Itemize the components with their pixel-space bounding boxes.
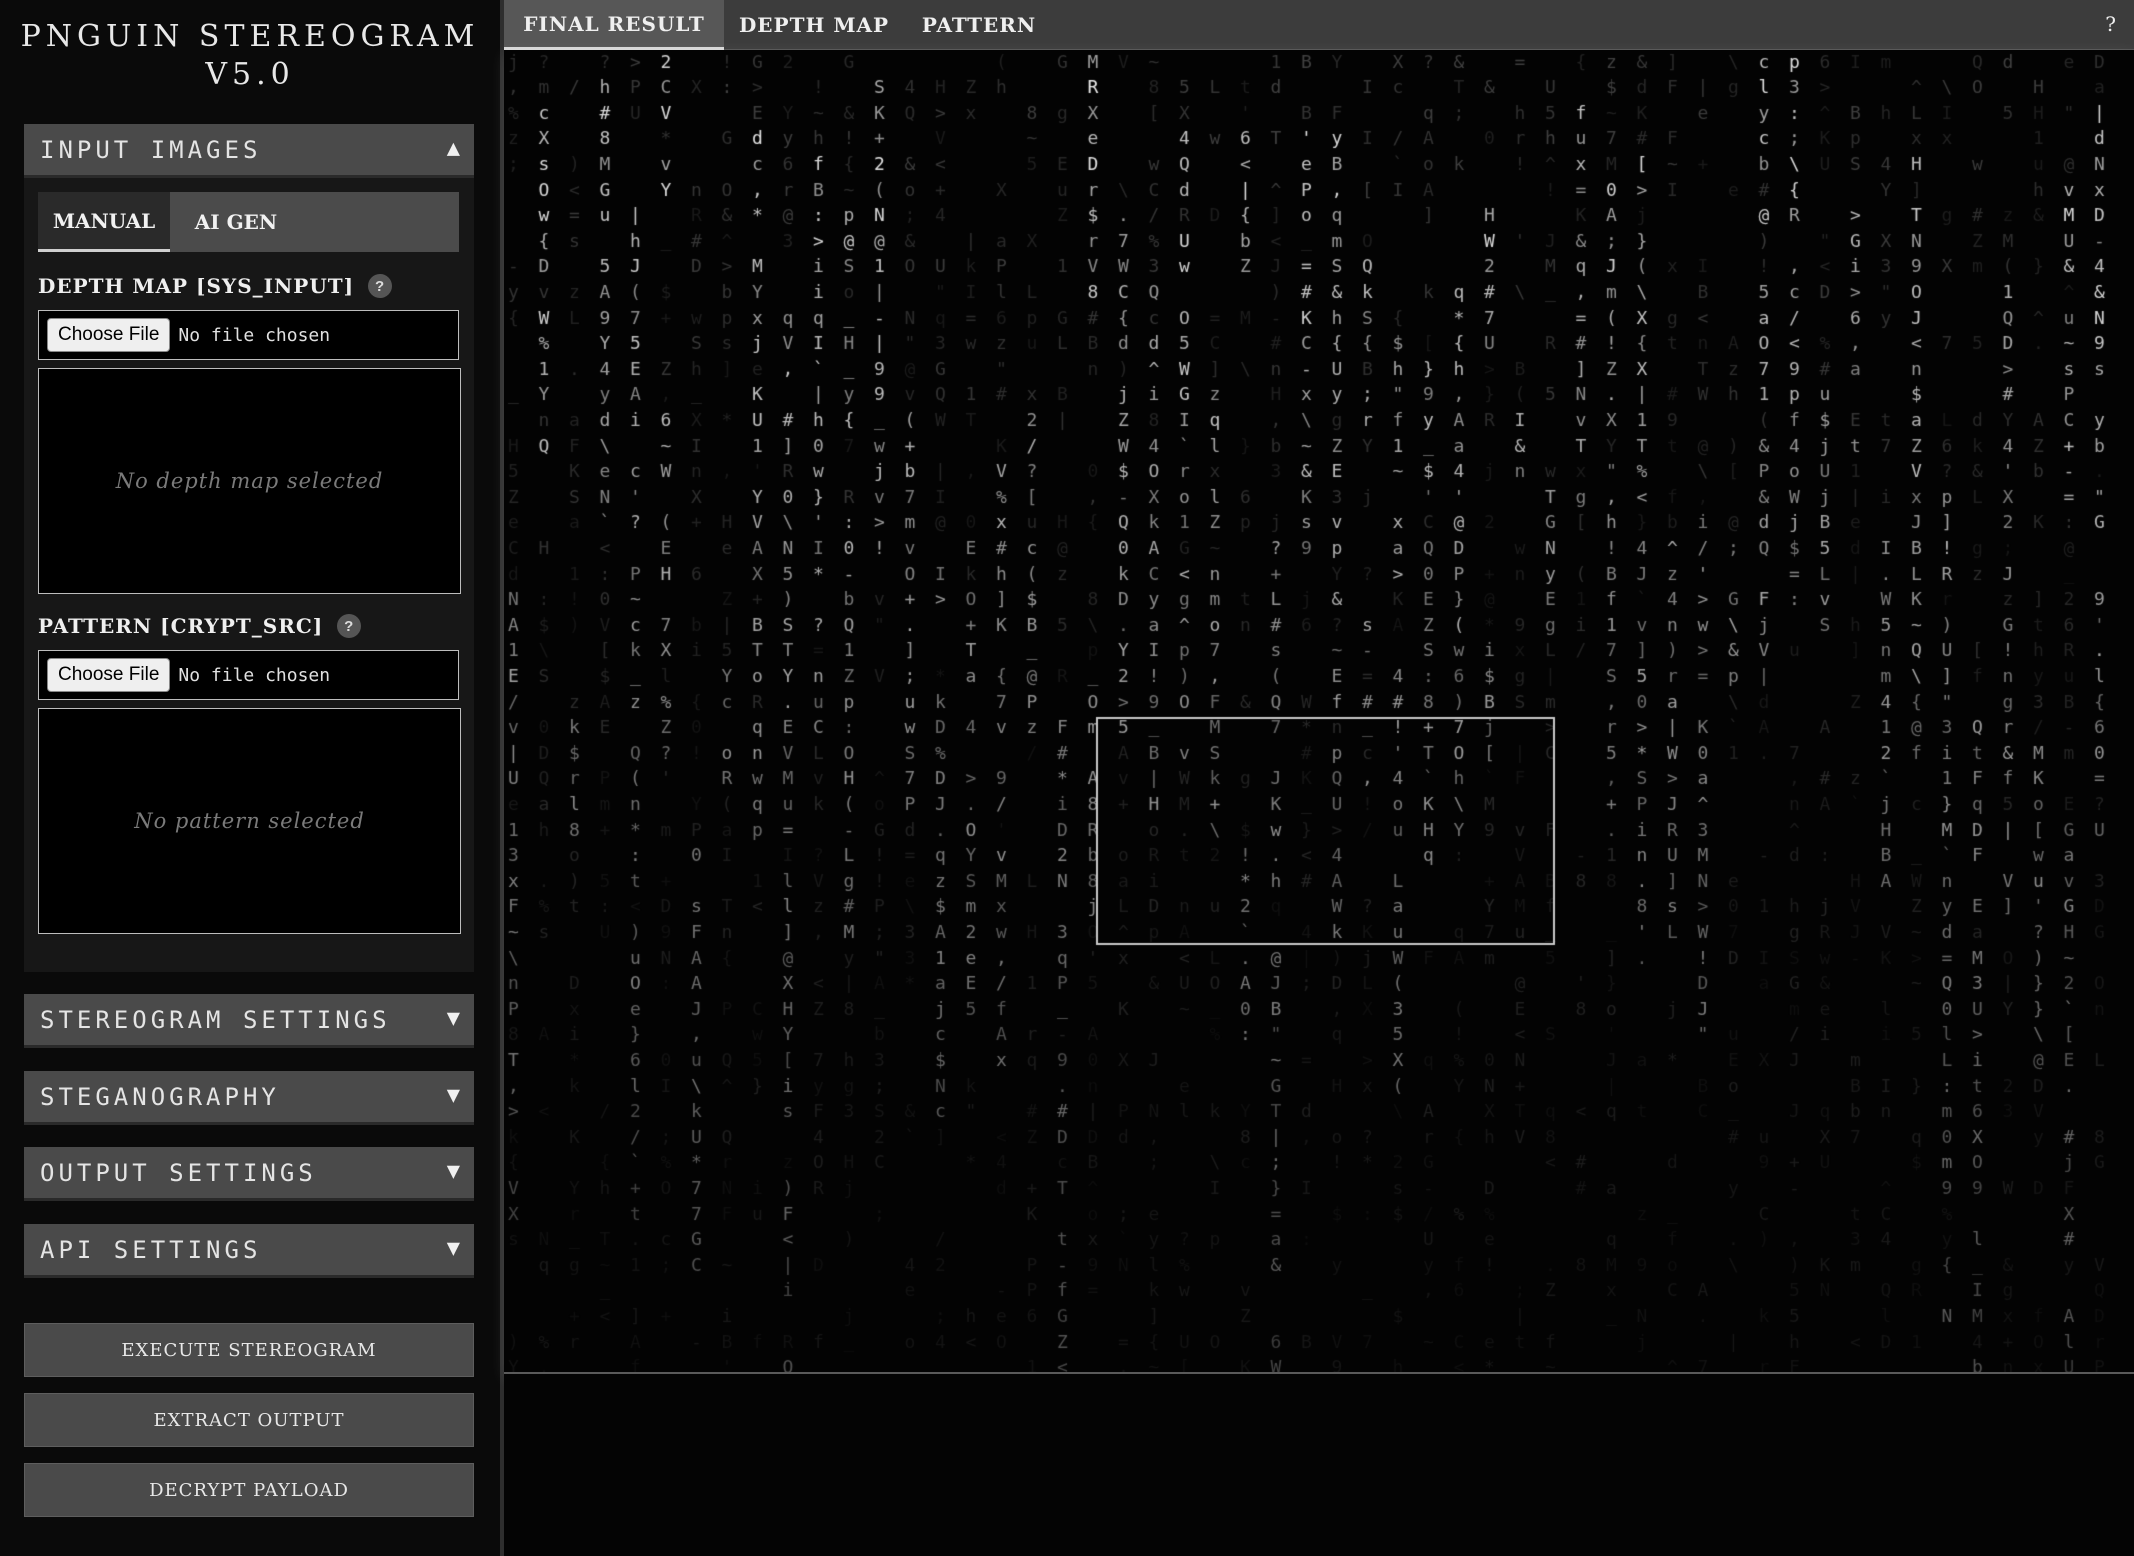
pattern-help-icon[interactable]: ?: [337, 614, 362, 638]
depth-map-label: DEPTH MAP [SYS_INPUT]: [38, 274, 355, 298]
pattern-label-row: PATTERN [CRYPT_SRC] ?: [38, 614, 362, 638]
expand-arrow-icon: ▼: [446, 1236, 460, 1261]
expand-arrow-icon: ▼: [446, 1083, 460, 1108]
pattern-label: PATTERN [CRYPT_SRC]: [38, 614, 324, 638]
expand-arrow-icon: ▼: [446, 1159, 460, 1184]
pattern-placeholder: No pattern selected: [134, 809, 365, 833]
depth-map-file-input[interactable]: Choose File No file chosen: [38, 310, 459, 360]
stereogram-settings-header[interactable]: STEREOGRAM SETTINGS ▼: [24, 994, 474, 1048]
stereogram-canvas: [504, 50, 2134, 1372]
view-tabbar: FINAL RESULT DEPTH MAP PATTERN ?: [504, 0, 2134, 50]
depth-map-help-icon[interactable]: ?: [368, 274, 393, 298]
tab-pattern[interactable]: PATTERN: [904, 0, 1054, 50]
expand-arrow-icon: ▼: [446, 1006, 460, 1031]
steganography-header[interactable]: STEGANOGRAPHY ▼: [24, 1071, 474, 1125]
tab-depth-map[interactable]: DEPTH MAP: [724, 0, 904, 50]
depth-map-placeholder: No depth map selected: [115, 469, 384, 493]
pattern-choose-file-button[interactable]: Choose File: [47, 658, 171, 692]
output-settings-header[interactable]: OUTPUT SETTINGS ▼: [24, 1147, 474, 1201]
depth-map-preview: No depth map selected: [38, 368, 461, 594]
stereogram-settings-title: STEREOGRAM SETTINGS: [40, 1005, 391, 1034]
execute-stereogram-button[interactable]: EXECUTE STEREOGRAM: [24, 1323, 474, 1377]
input-images-header[interactable]: INPUT IMAGES ▲: [24, 124, 474, 178]
app-root: PNGUIN STEREOGRAM V5.0 INPUT IMAGES ▲ MA…: [0, 0, 2134, 1556]
api-settings-title: API SETTINGS: [40, 1235, 262, 1264]
api-settings-header[interactable]: API SETTINGS ▼: [24, 1224, 474, 1278]
extract-output-button[interactable]: EXTRACT OUTPUT: [24, 1393, 474, 1447]
input-mode-tabs: MANUAL AI GEN: [38, 192, 459, 252]
stereogram-result-view: [504, 50, 2134, 1374]
depth-map-choose-file-button[interactable]: Choose File: [47, 318, 171, 352]
decrypt-payload-button[interactable]: DECRYPT PAYLOAD: [24, 1463, 474, 1517]
depth-map-label-row: DEPTH MAP [SYS_INPUT] ?: [38, 274, 393, 298]
sidebar: PNGUIN STEREOGRAM V5.0 INPUT IMAGES ▲ MA…: [0, 0, 504, 1556]
tab-manual[interactable]: MANUAL: [38, 192, 170, 252]
tab-final-result[interactable]: FINAL RESULT: [504, 0, 724, 50]
tab-ai-gen[interactable]: AI GEN: [170, 192, 302, 252]
pattern-preview: No pattern selected: [38, 708, 461, 934]
app-title-name: PNGUIN STEREOGRAM: [20, 19, 480, 54]
collapse-arrow-icon: ▲: [446, 136, 460, 161]
pattern-file-input[interactable]: Choose File No file chosen: [38, 650, 459, 700]
output-panel: [504, 1374, 2134, 1556]
app-title: PNGUIN STEREOGRAM V5.0: [0, 18, 500, 94]
input-images-panel: MANUAL AI GEN DEPTH MAP [SYS_INPUT] ? Ch…: [24, 178, 474, 972]
app-title-version: V5.0: [205, 57, 295, 92]
steganography-title: STEGANOGRAPHY: [40, 1082, 280, 1111]
input-images-title: INPUT IMAGES: [40, 135, 262, 164]
help-icon[interactable]: ?: [2105, 12, 2116, 36]
pattern-file-status: No file chosen: [178, 664, 331, 686]
output-settings-title: OUTPUT SETTINGS: [40, 1158, 317, 1187]
depth-map-file-status: No file chosen: [178, 324, 331, 346]
